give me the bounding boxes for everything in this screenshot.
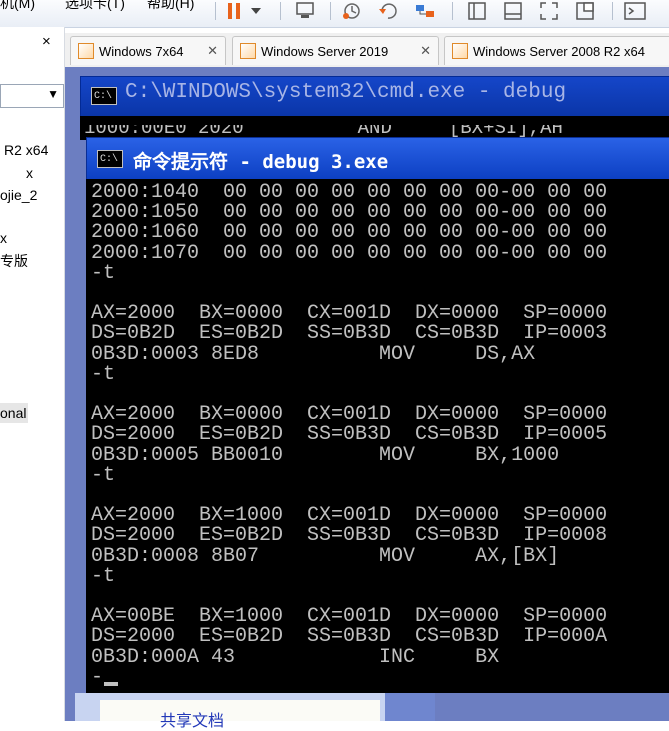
tab-windows-server-2019[interactable]: Windows Server 2019 ✕ (232, 36, 439, 65)
vm-icon (78, 43, 94, 59)
console-line: -t (91, 463, 116, 487)
library-item[interactable]: 专版 (0, 251, 28, 271)
console-line: 0B3D:0008 8B07 MOV AX,[BX] (91, 544, 560, 568)
console-line: AX=2000 BX=0000 CX=001D DX=0000 SP=0000 (91, 403, 608, 427)
console-output[interactable]: 2000:1040 00 00 00 00 00 00 00 00-00 00 … (86, 179, 669, 693)
send-keys-icon[interactable] (290, 0, 320, 22)
back-cmd-window-titlebar[interactable]: C:\ C:\WINDOWS\system32\cmd.exe - debug (80, 76, 669, 118)
toolbar-separator (330, 2, 331, 20)
menu-help[interactable]: 帮助(H) (147, 0, 194, 14)
tab-windows-7[interactable]: Windows 7x64 ✕ (70, 36, 226, 65)
toolbar-separator (452, 2, 453, 20)
console-line: -t (91, 362, 116, 386)
console-view-icon[interactable] (498, 0, 528, 22)
console-line: DS=2000 ES=0B2D SS=0B3D CS=0B3D IP=0005 (91, 423, 608, 447)
console-line: 2000:1040 00 00 00 00 00 00 00 00-00 00 … (91, 181, 608, 204)
tab-label: Windows Server 2008 R2 x64 (473, 43, 645, 59)
fullscreen-icon[interactable] (534, 0, 564, 22)
library-item[interactable]: R2 x64 (4, 142, 48, 158)
library-item[interactable]: x (26, 165, 33, 181)
close-icon[interactable]: × (42, 33, 51, 50)
window-title: 命令提示符 - debug 3.exe (133, 151, 389, 173)
toolbar-separator (215, 2, 216, 20)
text-cursor (104, 682, 118, 686)
console-line: - (91, 665, 104, 689)
library-panel: × ▼ R2 x64 x ojie_2 x 专版 onal (0, 27, 65, 721)
snapshot-manager-icon[interactable] (410, 0, 440, 22)
cmd-icon: C:\ (97, 150, 123, 168)
console-line: -t (91, 564, 116, 588)
console-line: AX=2000 BX=1000 CX=001D DX=0000 SP=0000 (91, 504, 608, 528)
window-title: C:\WINDOWS\system32\cmd.exe - debug (125, 81, 567, 104)
console-line: 2000:1050 00 00 00 00 00 00 00 00-00 00 … (91, 201, 608, 225)
console-line: 0B3D:000A 43 INC BX (91, 645, 500, 669)
library-search-combo[interactable]: ▼ (0, 84, 64, 108)
cmd-icon: C:\ (91, 87, 117, 105)
close-icon[interactable]: ✕ (420, 43, 431, 59)
vm-icon (452, 43, 468, 59)
console-line: 0B3D:0005 BB0010 MOV BX,1000 (91, 443, 560, 467)
snapshot-icon[interactable] (338, 0, 368, 22)
toolbar-separator (612, 2, 613, 20)
library-item-selected[interactable]: onal (0, 403, 28, 423)
library-item[interactable]: x (0, 230, 7, 246)
explorer-pane-edge (385, 693, 435, 721)
front-cmd-window-titlebar[interactable]: C:\ 命令提示符 - debug 3.exe (86, 137, 669, 181)
terminal-icon[interactable] (620, 0, 650, 22)
menu-tabs[interactable]: 选项卡(T) (65, 0, 125, 14)
dropdown-icon[interactable] (248, 0, 264, 22)
menubar: 机(M) 选项卡(T) 帮助(H) (0, 0, 669, 28)
pause-icon[interactable] (222, 0, 246, 22)
console-line: 2000:1060 00 00 00 00 00 00 00 00-00 00 … (91, 221, 608, 245)
console-line: DS=0B2D ES=0B2D SS=0B3D CS=0B3D IP=0003 (91, 322, 608, 346)
console-line: AX=00BE BX=1000 CX=001D DX=0000 SP=0000 (91, 605, 608, 629)
unity-icon[interactable] (570, 0, 600, 22)
toolbar-separator (280, 2, 281, 20)
console-line: 2000:1070 00 00 00 00 00 00 00 00-00 00 … (91, 241, 608, 265)
menu-vm[interactable]: 机(M) (0, 0, 35, 14)
vm-tab-strip: Windows 7x64 ✕ Windows Server 2019 ✕ Win… (65, 33, 669, 67)
chevron-down-icon[interactable]: ▼ (47, 87, 59, 101)
tab-windows-server-2008[interactable]: Windows Server 2008 R2 x64 (444, 36, 669, 65)
console-line: DS=2000 ES=0B2D SS=0B3D CS=0B3D IP=000A (91, 625, 608, 649)
explorer-item-label[interactable]: 共享文档 (160, 707, 224, 731)
vm-icon (240, 43, 256, 59)
tab-label: Windows 7x64 (99, 43, 184, 59)
explorer-item-bg (100, 700, 380, 721)
normal-view-icon[interactable] (462, 0, 492, 22)
library-item[interactable]: ojie_2 (0, 187, 37, 203)
tab-label: Windows Server 2019 (261, 43, 389, 59)
console-line: DS=2000 ES=0B2D SS=0B3D CS=0B3D IP=0008 (91, 524, 608, 548)
console-line: 0B3D:0003 8ED8 MOV DS,AX (91, 342, 536, 366)
close-icon[interactable]: ✕ (207, 43, 218, 59)
console-line: AX=2000 BX=0000 CX=001D DX=0000 SP=0000 (91, 302, 608, 326)
console-line: -t (91, 261, 116, 285)
revert-snapshot-icon[interactable] (374, 0, 404, 22)
